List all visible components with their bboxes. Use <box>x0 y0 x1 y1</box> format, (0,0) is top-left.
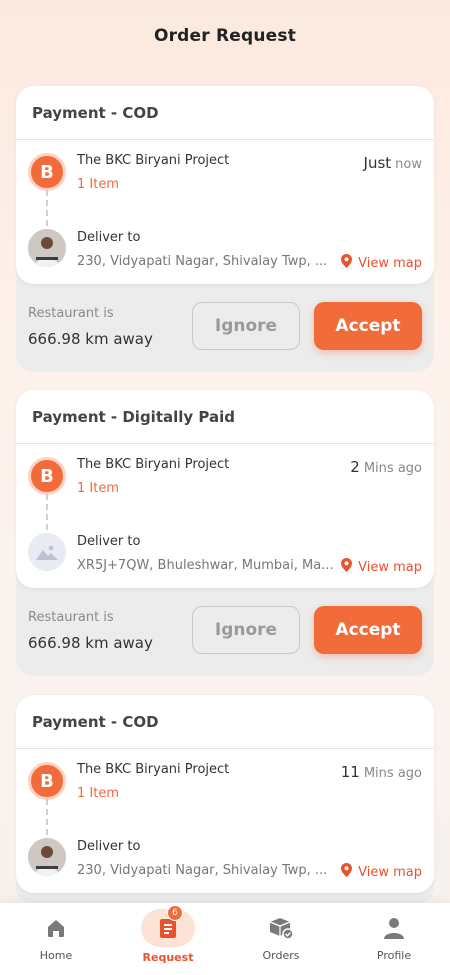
order-shell: Payment - COD B The BKC Biryani Project … <box>16 695 434 905</box>
route-connector <box>46 494 48 530</box>
view-map-link[interactable]: View map <box>341 254 422 272</box>
route-connector <box>46 190 48 226</box>
distance-label: Restaurant is <box>28 610 114 625</box>
view-map-link[interactable]: View map <box>341 863 422 881</box>
payment-type: Payment - COD <box>16 86 434 140</box>
nav-home-label: Home <box>39 949 73 962</box>
order-time: Just now <box>364 154 422 172</box>
order-card[interactable]: Payment - Digitally Paid B The BKC Birya… <box>16 390 434 588</box>
time-unit: Mins ago <box>363 766 422 781</box>
distance-value: 666.98 km away <box>28 634 153 652</box>
order-time: 2 Mins ago <box>350 458 422 476</box>
route-connector <box>46 799 48 835</box>
accept-button[interactable]: Accept <box>314 606 422 654</box>
nav-profile[interactable]: Profile <box>354 913 434 962</box>
order-request-3: Payment - COD B The BKC Biryani Project … <box>16 695 434 905</box>
deliver-label: Deliver to <box>77 839 141 854</box>
customer-avatar <box>28 838 66 876</box>
ignore-button[interactable]: Ignore <box>192 606 300 654</box>
view-map-label: View map <box>358 255 422 271</box>
nav-orders[interactable]: Orders <box>241 913 321 962</box>
restaurant-name: The BKC Biryani Project <box>77 153 230 168</box>
restaurant-name: The BKC Biryani Project <box>77 457 230 472</box>
restaurant-name: The BKC Biryani Project <box>77 762 230 777</box>
deliver-label: Deliver to <box>77 230 141 245</box>
payment-type: Payment - COD <box>16 695 434 749</box>
time-value: Just <box>363 154 392 172</box>
nav-request[interactable]: 6 Request <box>128 905 208 964</box>
nav-home[interactable]: Home <box>16 913 96 962</box>
delivery-address: XR5J+7QW, Bhuleshwar, Mumbai, Ma... <box>77 558 334 573</box>
request-icon: 6 <box>141 905 195 947</box>
time-unit: now <box>395 157 422 172</box>
order-time: 11 Mins ago <box>341 763 422 781</box>
restaurant-logo: B <box>28 762 66 800</box>
ignore-button[interactable]: Ignore <box>192 302 300 350</box>
bottom-nav: Home 6 Request Orders Profile <box>0 903 450 975</box>
order-request-2: Payment - Digitally Paid B The BKC Birya… <box>16 390 434 676</box>
time-value: 2 <box>350 458 360 476</box>
deliver-label: Deliver to <box>77 534 141 549</box>
restaurant-logo: B <box>28 153 66 191</box>
location-pin-icon <box>341 558 353 576</box>
header: Order Request <box>0 0 450 72</box>
item-count: 1 Item <box>77 481 119 496</box>
home-icon <box>41 913 71 943</box>
order-request-1: Payment - COD B The BKC Biryani Project … <box>16 86 434 372</box>
profile-icon <box>379 913 409 943</box>
view-map-label: View map <box>358 559 422 575</box>
payment-type: Payment - Digitally Paid <box>16 390 434 444</box>
order-card[interactable]: Payment - COD B The BKC Biryani Project … <box>16 695 434 893</box>
accept-button[interactable]: Accept <box>314 302 422 350</box>
item-count: 1 Item <box>77 177 119 192</box>
order-shell: Payment - Digitally Paid B The BKC Birya… <box>16 390 434 676</box>
customer-avatar <box>28 229 66 267</box>
delivery-address: 230, Vidyapati Nagar, Shivalay Twp, ... <box>77 254 328 269</box>
order-card[interactable]: Payment - COD B The BKC Biryani Project … <box>16 86 434 284</box>
order-actions: Restaurant is 666.98 km away Ignore Acce… <box>16 588 434 676</box>
location-pin-icon <box>341 863 353 881</box>
delivery-address: 230, Vidyapati Nagar, Shivalay Twp, ... <box>77 863 328 878</box>
distance-label: Restaurant is <box>28 306 114 321</box>
orders-icon <box>266 913 296 943</box>
item-count: 1 Item <box>77 786 119 801</box>
time-unit: Mins ago <box>363 461 422 476</box>
view-map-link[interactable]: View map <box>341 558 422 576</box>
nav-profile-label: Profile <box>376 949 412 962</box>
nav-request-label: Request <box>142 951 194 964</box>
order-actions: Restaurant is 666.98 km away Ignore Acce… <box>16 284 434 372</box>
location-pin-icon <box>341 254 353 272</box>
image-placeholder-icon <box>28 533 66 571</box>
restaurant-logo: B <box>28 457 66 495</box>
order-shell: Payment - COD B The BKC Biryani Project … <box>16 86 434 372</box>
page-title: Order Request <box>153 26 297 46</box>
view-map-label: View map <box>358 864 422 880</box>
nav-orders-label: Orders <box>262 949 300 962</box>
distance-value: 666.98 km away <box>28 330 153 348</box>
time-value: 11 <box>340 763 360 781</box>
request-count-badge: 6 <box>167 905 183 921</box>
